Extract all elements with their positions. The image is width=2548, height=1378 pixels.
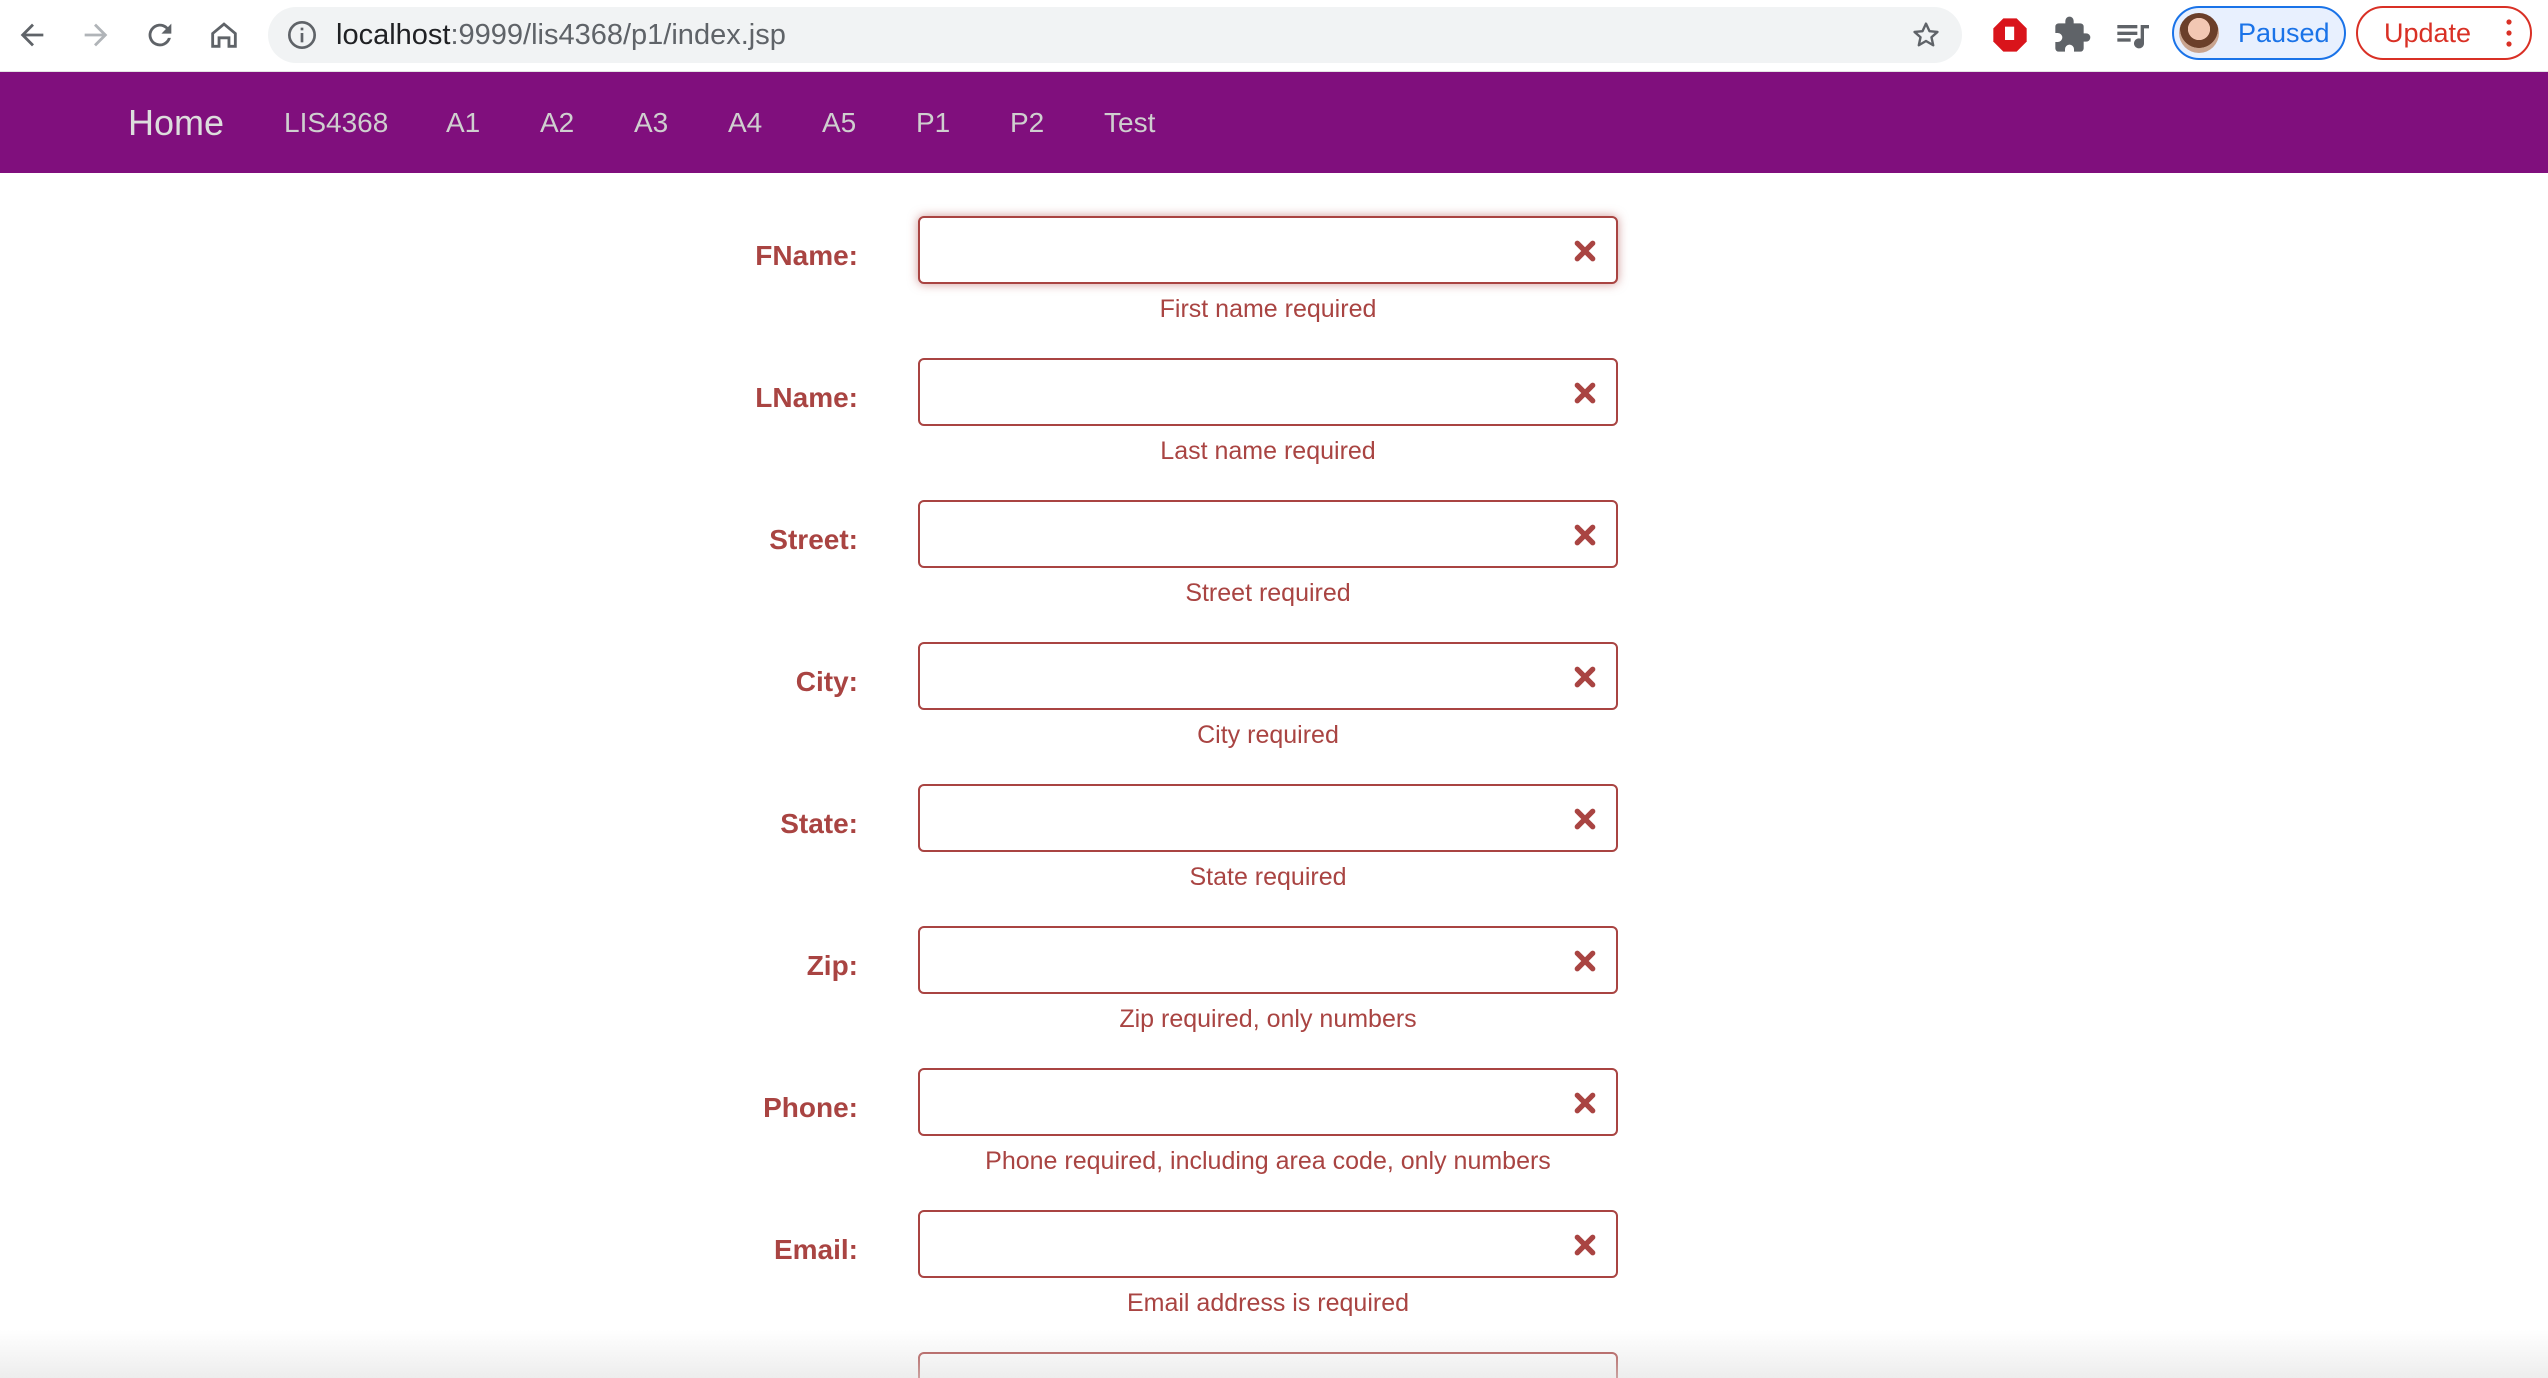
error-x-icon <box>1574 240 1596 262</box>
back-button[interactable] <box>8 11 56 59</box>
reload-icon <box>148 23 172 47</box>
error-x-icon <box>1574 1234 1596 1256</box>
url-path: :9999/lis4368/p1/index.jsp <box>450 19 786 51</box>
city-label: City: <box>795 666 858 697</box>
error-x-icon <box>1574 808 1596 830</box>
phone-input[interactable] <box>936 1070 1560 1132</box>
nav-link-lis4368[interactable]: LIS4368 <box>284 72 388 173</box>
url-text: localhost:9999/lis4368/p1/index.jsp <box>336 7 786 63</box>
star-icon[interactable] <box>1910 19 1942 51</box>
street-error-text: Street required <box>1185 579 1351 607</box>
update-label: Update <box>2384 18 2472 48</box>
nav-link-a3[interactable]: A3 <box>634 72 668 173</box>
more-vert-icon <box>2506 19 2512 47</box>
profile-button[interactable]: Paused <box>2172 6 2346 60</box>
state-error-text: State required <box>1189 863 1347 891</box>
city-field[interactable] <box>918 642 1618 710</box>
media-playlist-icon[interactable] <box>2114 15 2154 55</box>
city-error-text: City required <box>1197 721 1339 749</box>
email-input[interactable] <box>936 1212 1560 1274</box>
fname-error-text: First name required <box>1159 295 1377 323</box>
form-row-fname: FName: First name required <box>0 216 2548 336</box>
state-field[interactable] <box>918 784 1618 852</box>
error-x-icon <box>1574 666 1596 688</box>
puzzle-extensions-icon[interactable] <box>2052 15 2092 55</box>
form-row-phone: Phone: Phone required, including area co… <box>0 1068 2548 1188</box>
form-row-state: State: State required <box>0 784 2548 904</box>
address-bar[interactable]: localhost:9999/lis4368/p1/index.jsp <box>268 7 1962 63</box>
street-label: Street: <box>769 524 858 555</box>
lname-input[interactable] <box>936 360 1560 422</box>
home-button[interactable] <box>200 11 248 59</box>
phone-field[interactable] <box>918 1068 1618 1136</box>
zip-error-text: Zip required, only numbers <box>1119 1005 1417 1033</box>
nav-link-a2[interactable]: A2 <box>540 72 574 173</box>
phone-label: Phone: <box>763 1092 858 1123</box>
email-field[interactable] <box>918 1210 1618 1278</box>
fname-label: FName: <box>755 240 858 271</box>
nav-link-a4[interactable]: A4 <box>728 72 762 173</box>
street-field[interactable] <box>918 500 1618 568</box>
update-button[interactable]: Update <box>2356 6 2532 60</box>
state-label: State: <box>780 808 858 839</box>
forward-button[interactable] <box>72 11 120 59</box>
avatar <box>2179 13 2219 53</box>
info-icon[interactable] <box>286 19 318 51</box>
arrow-left-icon <box>20 23 44 47</box>
error-x-icon <box>1574 382 1596 404</box>
nav-link-a5[interactable]: A5 <box>822 72 856 173</box>
arrow-right-icon <box>84 23 108 47</box>
profile-label: Paused <box>2238 18 2330 48</box>
email-error-text: Email address is required <box>1126 1289 1410 1317</box>
lname-error-text: Last name required <box>1160 437 1376 465</box>
city-input[interactable] <box>936 644 1560 706</box>
error-x-icon <box>1574 524 1596 546</box>
fname-field[interactable] <box>918 216 1618 284</box>
fname-input[interactable] <box>936 218 1560 280</box>
error-x-icon <box>1574 1092 1596 1114</box>
lname-label: LName: <box>755 382 858 413</box>
form-row-lname: LName: Last name required <box>0 358 2548 478</box>
nav-link-test[interactable]: Test <box>1104 72 1155 173</box>
email-label: Email: <box>773 1234 858 1265</box>
zip-input[interactable] <box>936 928 1560 990</box>
reload-button[interactable] <box>136 11 184 59</box>
lname-field[interactable] <box>918 358 1618 426</box>
form-row-email: Email: Email address is required <box>0 1210 2548 1330</box>
home-icon <box>211 22 237 48</box>
zip-label: Zip: <box>806 950 858 981</box>
state-input[interactable] <box>936 786 1560 848</box>
phone-error-text: Phone required, including area code, onl… <box>985 1147 1551 1175</box>
form-row-zip: Zip: Zip required, only numbers <box>0 926 2548 1046</box>
form-row-street: Street: Street required <box>0 500 2548 620</box>
nav-link-a1[interactable]: A1 <box>446 72 480 173</box>
error-x-icon <box>1574 950 1596 972</box>
street-input[interactable] <box>936 502 1560 564</box>
form-row-city: City: City required <box>0 642 2548 762</box>
url-host: localhost <box>336 19 451 51</box>
browser-toolbar: localhost:9999/lis4368/p1/index.jsp Paus… <box>0 0 2548 72</box>
adblock-extension-icon[interactable] <box>1990 15 2030 55</box>
nav-link-p2[interactable]: P2 <box>1010 72 1044 173</box>
nav-link-p1[interactable]: P1 <box>916 72 950 173</box>
zip-field[interactable] <box>918 926 1618 994</box>
bottom-shadow <box>0 1330 2548 1378</box>
site-navbar: Home LIS4368 A1 A2 A3 A4 A5 P1 P2 Test <box>0 72 2548 173</box>
nav-brand-home[interactable]: Home <box>128 72 224 173</box>
